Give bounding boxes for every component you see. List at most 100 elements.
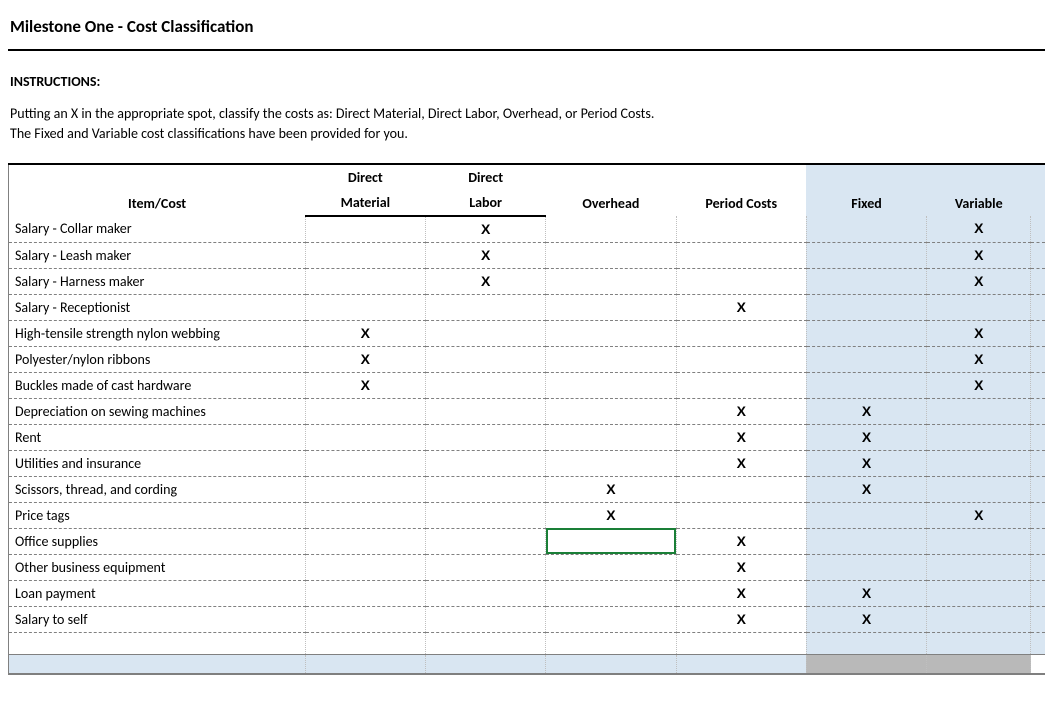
cell-direct-labor[interactable] [425,606,545,632]
cell-direct-material[interactable] [305,268,425,294]
cell-period-costs[interactable] [676,268,806,294]
blank-cell[interactable] [676,632,806,654]
cell-direct-material[interactable]: X [305,346,425,372]
cell-item[interactable]: Polyester/nylon ribbons [9,346,306,372]
cell-fixed[interactable]: X [806,580,926,606]
cell-item[interactable]: Salary - Collar maker [9,216,306,243]
cell-period-costs[interactable] [676,346,806,372]
cell-fixed[interactable] [806,554,926,580]
cell-overhead[interactable] [546,320,676,346]
cell-fixed[interactable] [806,502,926,528]
cell-fixed[interactable]: X [806,450,926,476]
cell-item[interactable]: Rent [9,424,306,450]
blank-cell[interactable] [9,632,306,654]
cell-direct-material[interactable] [305,424,425,450]
cell-direct-labor[interactable] [425,450,545,476]
cell-overhead[interactable] [546,554,676,580]
cell-overhead[interactable]: X [546,476,676,502]
cell-direct-material[interactable] [305,216,425,243]
cell-direct-material[interactable] [305,606,425,632]
cell-fixed[interactable]: X [806,424,926,450]
cell-overhead[interactable] [546,268,676,294]
cell-period-costs[interactable] [676,242,806,268]
cell-direct-labor[interactable] [425,580,545,606]
cell-overhead[interactable] [546,346,676,372]
cell-direct-labor[interactable] [425,320,545,346]
cell-direct-material[interactable] [305,398,425,424]
cell-direct-labor[interactable]: X [425,242,545,268]
cell-variable[interactable] [927,398,1031,424]
cell-item[interactable]: Depreciation on sewing machines [9,398,306,424]
cell-direct-material[interactable] [305,450,425,476]
cell-period-costs[interactable]: X [676,424,806,450]
cell-variable[interactable]: X [927,372,1031,398]
cell-fixed[interactable] [806,294,926,320]
cell-direct-material[interactable] [305,476,425,502]
cell-direct-labor[interactable] [425,346,545,372]
blank-cell[interactable] [425,632,545,654]
cell-fixed[interactable]: X [806,606,926,632]
cell-item[interactable]: Price tags [9,502,306,528]
cell-item[interactable]: Utilities and insurance [9,450,306,476]
cell-direct-labor[interactable] [425,294,545,320]
cell-period-costs[interactable]: X [676,450,806,476]
cell-direct-material[interactable]: X [305,372,425,398]
cell-variable[interactable]: X [927,268,1031,294]
cell-item[interactable]: Salary - Receptionist [9,294,306,320]
cell-period-costs[interactable]: X [676,528,806,554]
cell-direct-labor[interactable] [425,502,545,528]
cell-variable[interactable]: X [927,216,1031,243]
cell-direct-material[interactable] [305,294,425,320]
cell-fixed[interactable]: X [806,398,926,424]
cell-direct-material[interactable] [305,554,425,580]
cell-variable[interactable] [927,528,1031,554]
cell-variable[interactable] [927,554,1031,580]
cell-variable[interactable]: X [927,346,1031,372]
cell-overhead[interactable] [546,528,676,554]
cell-variable[interactable]: X [927,242,1031,268]
cell-period-costs[interactable]: X [676,398,806,424]
cell-item[interactable]: High-tensile strength nylon webbing [9,320,306,346]
cell-period-costs[interactable] [676,216,806,243]
cell-variable[interactable]: X [927,320,1031,346]
cell-overhead[interactable] [546,424,676,450]
blank-cell[interactable] [927,632,1031,654]
cell-period-costs[interactable]: X [676,554,806,580]
cell-direct-material[interactable] [305,580,425,606]
cell-period-costs[interactable]: X [676,580,806,606]
cell-fixed[interactable] [806,268,926,294]
cell-item[interactable]: Loan payment [9,580,306,606]
cell-direct-labor[interactable] [425,554,545,580]
cell-period-costs[interactable] [676,372,806,398]
cell-direct-material[interactable] [305,502,425,528]
cell-direct-labor[interactable] [425,424,545,450]
cell-direct-labor[interactable] [425,372,545,398]
cell-variable[interactable] [927,606,1031,632]
cell-item[interactable]: Scissors, thread, and cording [9,476,306,502]
cell-direct-material[interactable]: X [305,320,425,346]
blank-cell[interactable] [806,632,926,654]
cell-direct-labor[interactable] [425,528,545,554]
cell-item[interactable]: Buckles made of cast hardware [9,372,306,398]
cell-variable[interactable] [927,424,1031,450]
cell-direct-labor[interactable] [425,398,545,424]
cell-variable[interactable] [927,580,1031,606]
cell-fixed[interactable] [806,320,926,346]
cell-variable[interactable]: X [927,502,1031,528]
cell-direct-labor[interactable]: X [425,216,545,243]
cell-item[interactable]: Salary - Leash maker [9,242,306,268]
cell-period-costs[interactable] [676,502,806,528]
cell-overhead[interactable] [546,294,676,320]
cell-item[interactable]: Salary to self [9,606,306,632]
cell-period-costs[interactable] [676,320,806,346]
cell-overhead[interactable] [546,606,676,632]
cell-variable[interactable] [927,476,1031,502]
cell-overhead[interactable]: X [546,502,676,528]
cell-direct-labor[interactable] [425,476,545,502]
cell-fixed[interactable] [806,216,926,243]
cell-period-costs[interactable]: X [676,294,806,320]
cell-period-costs[interactable]: X [676,606,806,632]
cell-fixed[interactable]: X [806,476,926,502]
cell-fixed[interactable] [806,528,926,554]
cell-overhead[interactable] [546,372,676,398]
